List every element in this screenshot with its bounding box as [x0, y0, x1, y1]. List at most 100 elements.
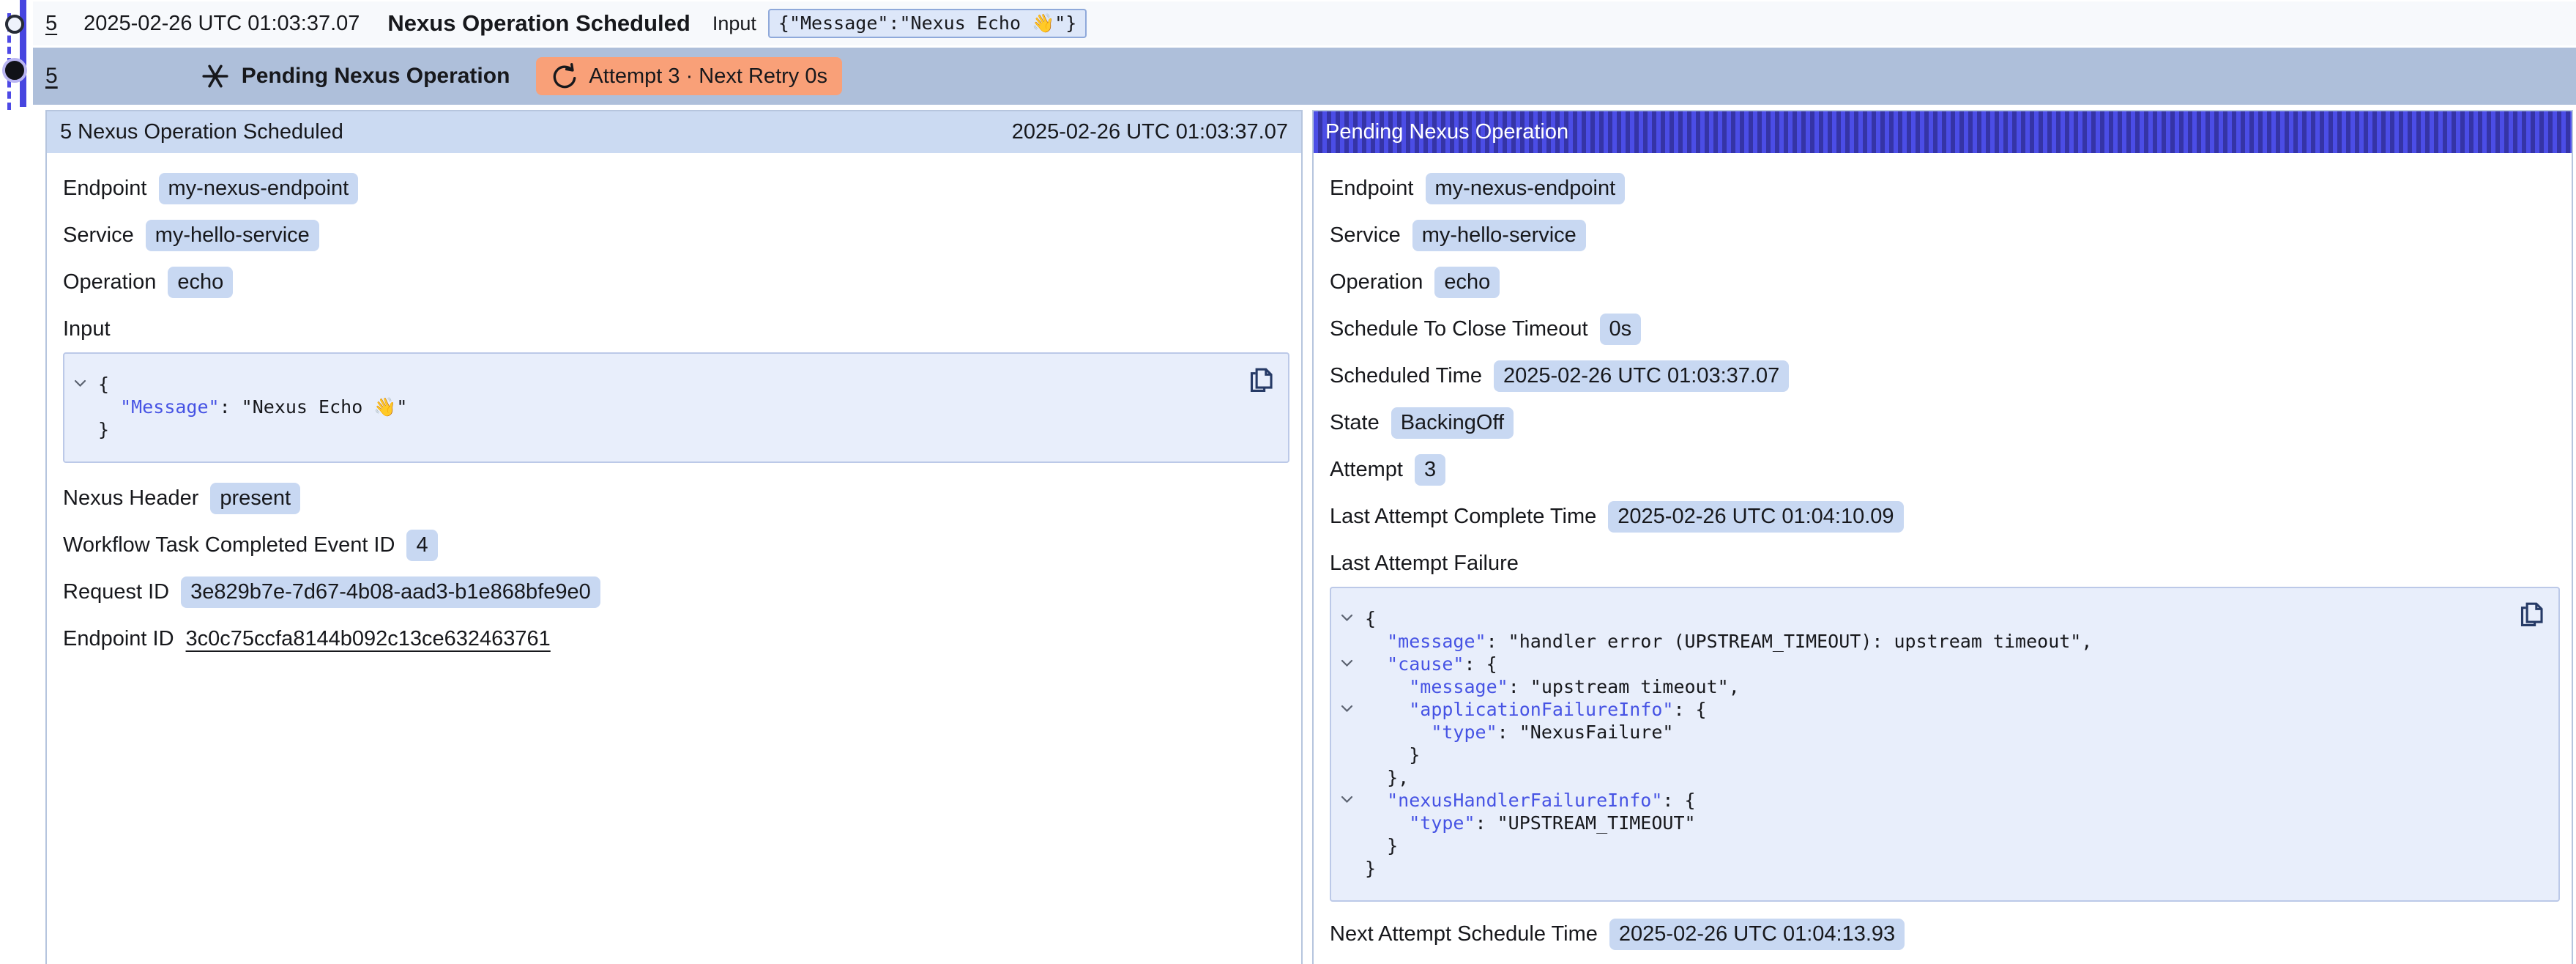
field-label: Last Attempt Complete Time [1330, 505, 1596, 529]
field-value: echo [1434, 267, 1500, 298]
field-service: Service my-hello-service [63, 219, 1289, 251]
failure-section-label: Last Attempt Failure [1330, 550, 2560, 576]
field-value: my-nexus-endpoint [1426, 173, 1626, 204]
json-line: { [1331, 607, 2493, 630]
field-scheduled-time: Scheduled Time 2025-02-26 UTC 01:03:37.07 [1330, 360, 2560, 392]
field-label: Endpoint [63, 177, 147, 201]
event-detail-fields: Endpoint my-nexus-endpoint Service my-hello… [63, 172, 1289, 298]
chevron-down-icon[interactable] [74, 379, 86, 388]
copy-icon[interactable] [2514, 598, 2545, 629]
event-input-label: Input [712, 12, 756, 35]
event-input-chip[interactable]: {"Message":"Nexus Echo 👋"} [768, 9, 1087, 38]
json-line: "applicationFailureInfo": { [1331, 698, 2493, 721]
field-label: Next Attempt Schedule Time [1330, 922, 1598, 946]
field-label: Service [1330, 223, 1401, 248]
field-endpoint-id: Endpoint ID 3c0c75ccfa8144b092c13ce632463… [63, 623, 1289, 655]
field-value: 3 [1415, 454, 1445, 486]
event-row-pending[interactable]: 5 Pending Nexus Operation Attempt 3 · Ne… [33, 48, 2576, 105]
json-line: "cause": { [1331, 653, 2493, 675]
json-line: "Message": "Nexus Echo 👋" [64, 396, 1222, 418]
field-value: 2025-02-26 UTC 01:04:13.93 [1609, 919, 1905, 950]
event-detail-header-time: 2025-02-26 UTC 01:03:37.07 [1012, 120, 1288, 144]
json-line: "type": "NexusFailure" [1331, 721, 2493, 744]
field-endpoint: Endpoint my-nexus-endpoint [63, 172, 1289, 204]
field-value: 2025-02-26 UTC 01:03:37.07 [1494, 360, 1789, 392]
field-value: 0s [1600, 314, 1642, 345]
json-line: "message": "handler error (UPSTREAM_TIME… [1331, 630, 2493, 653]
pending-operation-fields: Endpoint my-nexus-endpoint Service my-hello… [1330, 172, 2560, 533]
pending-asterisk-icon [201, 62, 230, 91]
field-label: Operation [63, 270, 156, 294]
field-label: Nexus Header [63, 486, 198, 511]
json-line: } [1331, 744, 2493, 766]
json-line: } [64, 418, 1222, 441]
json-line: } [1331, 834, 2493, 857]
field-value: echo [168, 267, 233, 298]
field-label: State [1330, 411, 1380, 435]
copy-icon[interactable] [1244, 364, 1275, 395]
field-value: my-hello-service [1412, 220, 1586, 251]
field-value: 2025-02-26 UTC 01:04:10.09 [1608, 501, 1903, 533]
chevron-down-icon[interactable] [1341, 659, 1353, 667]
field-value[interactable]: 3c0c75ccfa8144b092c13ce632463761 [186, 627, 551, 651]
field-label: Endpoint ID [63, 627, 174, 651]
event-detail-fields-extra: Nexus Header present Workflow Task Complet… [63, 482, 1289, 655]
json-line: "nexusHandlerFailureInfo": { [1331, 789, 2493, 812]
timeline-active-bar [20, 0, 26, 107]
field-nexus-header: Nexus Header present [63, 482, 1289, 514]
json-line: }, [1331, 766, 2493, 789]
event-id-link[interactable]: 5 [45, 12, 57, 36]
field-label: Request ID [63, 580, 169, 604]
pending-title: Pending Nexus Operation [242, 64, 510, 89]
failure-json-viewer: { "message": "handler error (UPSTREAM_TI… [1330, 587, 2560, 902]
field-endpoint: Endpoint my-nexus-endpoint [1330, 172, 2560, 204]
json-line: { [64, 373, 1222, 396]
event-row-scheduled[interactable]: 5 2025-02-26 UTC 01:03:37.07 Nexus Opera… [33, 1, 2576, 45]
field-label: Attempt [1330, 458, 1403, 482]
field-service: Service my-hello-service [1330, 219, 2560, 251]
field-workflow-task-completed-event-id: Workflow Task Completed Event ID 4 [63, 529, 1289, 561]
event-detail-header-title: 5 Nexus Operation Scheduled [60, 120, 343, 144]
field-next-attempt-schedule-time: Next Attempt Schedule Time 2025-02-26 UT… [1330, 918, 2560, 950]
field-label: Workflow Task Completed Event ID [63, 533, 395, 557]
pending-operation-card: Pending Nexus Operation Endpoint my-nexus… [1312, 110, 2573, 964]
field-label: Schedule To Close Timeout [1330, 317, 1588, 341]
timeline-open-dot[interactable] [5, 15, 24, 34]
field-attempt: Attempt 3 [1330, 453, 2560, 486]
pending-operation-header-title: Pending Nexus Operation [1325, 120, 1568, 144]
event-detail-header: 5 Nexus Operation Scheduled 2025-02-26 U… [47, 111, 1301, 153]
field-label: Endpoint [1330, 177, 1414, 201]
field-state: State BackingOff [1330, 407, 2560, 439]
field-value: present [210, 483, 300, 514]
field-value: my-hello-service [146, 220, 319, 251]
retry-icon [551, 62, 578, 90]
field-value: 4 [406, 530, 437, 561]
field-operation: Operation echo [63, 266, 1289, 298]
event-title: Nexus Operation Scheduled [387, 10, 690, 37]
json-line: } [1331, 857, 2493, 880]
event-detail-card: 5 Nexus Operation Scheduled 2025-02-26 U… [45, 110, 1303, 964]
json-line: "type": "UPSTREAM_TIMEOUT" [1331, 812, 2493, 834]
retry-badge-text: Attempt 3 · Next Retry 0s [589, 64, 827, 89]
field-last-attempt-complete-time: Last Attempt Complete Time 2025-02-26 UTC… [1330, 500, 2560, 533]
field-value: 3e829b7e-7d67-4b08-aad3-b1e868bfe9e0 [181, 576, 600, 608]
pending-operation-header: Pending Nexus Operation [1314, 111, 2572, 153]
chevron-down-icon[interactable] [1341, 705, 1353, 713]
json-line: "message": "upstream timeout", [1331, 675, 2493, 698]
field-request-id: Request ID 3e829b7e-7d67-4b08-aad3-b1e868… [63, 576, 1289, 608]
chevron-down-icon[interactable] [1341, 796, 1353, 804]
chevron-down-icon[interactable] [1341, 614, 1353, 622]
field-value: my-nexus-endpoint [159, 173, 359, 204]
input-section-label: Input [63, 316, 1289, 342]
event-id-link[interactable]: 5 [45, 64, 58, 89]
field-value: BackingOff [1391, 407, 1514, 439]
field-label: Scheduled Time [1330, 364, 1482, 388]
retry-attempt-badge: Attempt 3 · Next Retry 0s [536, 57, 842, 95]
input-json-viewer: { "Message": "Nexus Echo 👋"} [63, 352, 1289, 463]
field-label: Service [63, 223, 134, 248]
field-operation: Operation echo [1330, 266, 2560, 298]
field-schedule-to-close-timeout: Schedule To Close Timeout 0s [1330, 313, 2560, 345]
field-label: Operation [1330, 270, 1423, 294]
timeline-filled-dot[interactable] [5, 61, 24, 80]
event-time: 2025-02-26 UTC 01:03:37.07 [83, 12, 360, 36]
